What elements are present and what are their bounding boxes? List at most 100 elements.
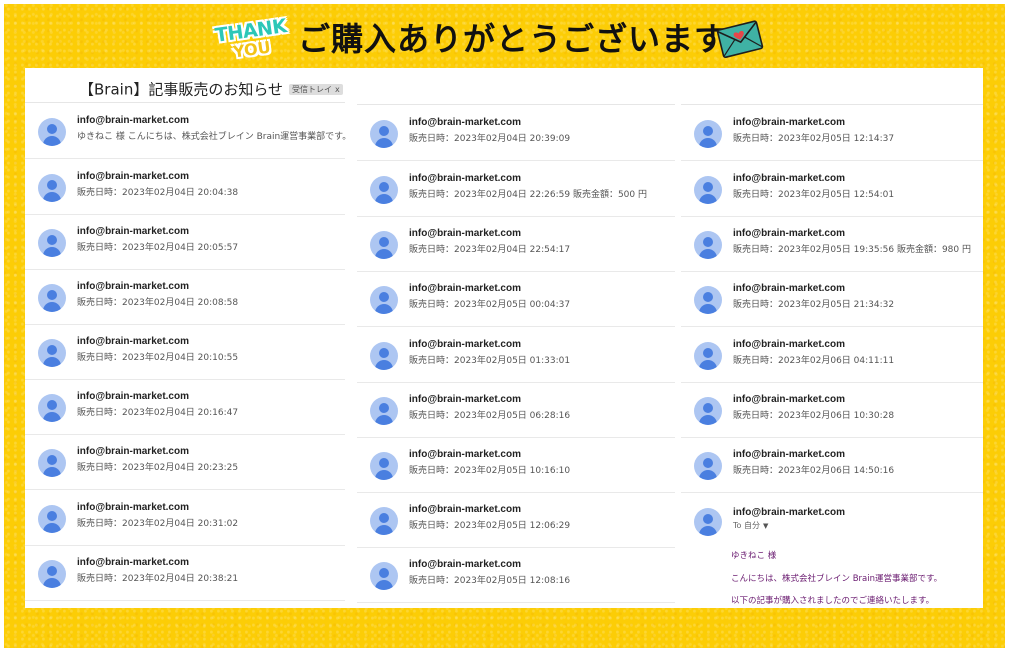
- sender-address: info@brain-market.com: [409, 228, 521, 239]
- thread-row[interactable]: info@brain-market.com 販売日時：2023年02月05日 0…: [357, 327, 675, 383]
- sender-address: info@brain-market.com: [733, 339, 845, 350]
- sender-address: info@brain-market.com: [733, 507, 845, 518]
- label-remove-icon[interactable]: x: [335, 85, 340, 94]
- page-title: ご購入ありがとうございます: [298, 20, 728, 58]
- user-avatar-icon: [38, 394, 66, 422]
- thread-row[interactable]: info@brain-market.com 販売日時：2023年02月05日 1…: [357, 547, 675, 603]
- thread-row[interactable]: info@brain-market.com 販売日時：2023年02月04日 2…: [25, 324, 345, 380]
- thread-row[interactable]: info@brain-market.com 販売日時：2023年02月05日 0…: [357, 271, 675, 327]
- thread-row[interactable]: info@brain-market.com 販売日時：2023年02月05日 0…: [357, 382, 675, 438]
- thread-row[interactable]: info@brain-market.com 販売日時：2023年02月04日 2…: [25, 159, 345, 215]
- thread-row[interactable]: info@brain-market.com 販売日時：2023年02月04日 2…: [25, 269, 345, 325]
- sender-address: info@brain-market.com: [77, 281, 189, 292]
- thread-row[interactable]: info@brain-market.com 販売日時：2023年02月04日 2…: [25, 434, 345, 490]
- user-avatar-icon: [694, 231, 722, 259]
- user-avatar-icon: [38, 339, 66, 367]
- subject-row: 【Brain】記事販売のお知らせ 受信トレイ x: [79, 78, 343, 100]
- user-avatar-icon: [370, 507, 398, 535]
- message-snippet: 販売日時：2023年02月06日 14:50:16: [733, 466, 895, 476]
- message-snippet: 販売日時：2023年02月04日 22:54:17: [409, 245, 571, 255]
- sender-address: info@brain-market.com: [733, 228, 845, 239]
- sender-address: info@brain-market.com: [77, 336, 189, 347]
- message-snippet: 販売日時：2023年02月06日 04:11:11: [733, 356, 895, 366]
- user-avatar-icon: [694, 452, 722, 480]
- sender-address: info@brain-market.com: [733, 449, 845, 460]
- open-message: info@brain-market.com To 自分 ▼ ゆきねこ 様 こんにち…: [681, 493, 983, 608]
- sender-address: info@brain-market.com: [409, 283, 521, 294]
- message-snippet: 販売日時：2023年02月05日 06:28:16: [409, 411, 571, 421]
- user-avatar-icon: [370, 120, 398, 148]
- thread-row[interactable]: info@brain-market.com 販売日時：2023年02月04日 2…: [25, 214, 345, 270]
- inbox-label-text: 受信トレイ: [292, 85, 333, 94]
- thread-row[interactable]: info@brain-market.com 販売日時：2023年02月05日 2…: [681, 271, 983, 327]
- user-avatar-icon: [694, 508, 722, 536]
- recipient-text: To 自分: [733, 521, 760, 530]
- user-avatar-icon: [370, 286, 398, 314]
- message-snippet: 販売日時：2023年02月05日 10:16:10: [409, 466, 571, 476]
- sender-address: info@brain-market.com: [77, 446, 189, 457]
- sender-address: info@brain-market.com: [409, 504, 521, 515]
- message-snippet: 販売日時：2023年02月06日 10:30:28: [733, 411, 895, 421]
- user-avatar-icon: [38, 284, 66, 312]
- message-snippet: 販売日時：2023年02月04日 20:38:21: [77, 574, 239, 584]
- thread-row[interactable]: info@brain-market.com 販売日時：2023年02月05日 1…: [681, 105, 983, 161]
- thread-row[interactable]: info@brain-market.com 販売日時：2023年02月05日 1…: [681, 216, 983, 272]
- message-snippet: 販売日時：2023年02月04日 22:26:59 販売金額：500 円: [409, 190, 647, 200]
- thread-row[interactable]: info@brain-market.com 販売日時：2023年02月05日 1…: [681, 161, 983, 217]
- message-body-line: 以下の記事が購入されましたのでご連絡いたします。: [731, 596, 935, 606]
- user-avatar-icon: [370, 342, 398, 370]
- sender-address: info@brain-market.com: [77, 557, 189, 568]
- thank-you-badge: THANK YOU: [213, 15, 288, 62]
- thread-row[interactable]: info@brain-market.com 販売日時：2023年02月04日 2…: [25, 379, 345, 435]
- message-snippet: 販売日時：2023年02月05日 01:33:01: [409, 356, 571, 366]
- thread-row[interactable]: info@brain-market.com 販売日時：2023年02月05日 1…: [357, 492, 675, 548]
- message-snippet: 販売日時：2023年02月04日 20:05:57: [77, 243, 239, 253]
- message-snippet: 販売日時：2023年02月04日 20:31:02: [77, 519, 239, 529]
- message-snippet: 販売日時：2023年02月05日 12:54:01: [733, 190, 895, 200]
- thread-row[interactable]: info@brain-market.com 販売日時：2023年02月04日 2…: [357, 161, 675, 217]
- message-snippet: 販売日時：2023年02月05日 00:04:37: [409, 300, 571, 310]
- user-avatar-icon: [370, 397, 398, 425]
- thread-row[interactable]: info@brain-market.com 販売日時：2023年02月06日 0…: [681, 327, 983, 383]
- message-snippet: 販売日時：2023年02月04日 20:08:58: [77, 298, 239, 308]
- thread-row[interactable]: info@brain-market.com ゆきねこ 様 こんにちは、株式会社ブ…: [25, 103, 351, 159]
- thread-row[interactable]: info@brain-market.com 販売日時：2023年02月04日 2…: [357, 105, 675, 161]
- sender-address: info@brain-market.com: [733, 173, 845, 184]
- sender-address: info@brain-market.com: [77, 171, 189, 182]
- email-subject: 【Brain】記事販売のお知らせ: [79, 80, 284, 99]
- user-avatar-icon: [38, 449, 66, 477]
- mail-panel: 【Brain】記事販売のお知らせ 受信トレイ x info@brain-market…: [25, 68, 983, 608]
- sender-address: info@brain-market.com: [409, 339, 521, 350]
- sender-address: info@brain-market.com: [733, 394, 845, 405]
- thread-row[interactable]: info@brain-market.com 販売日時：2023年02月04日 2…: [25, 545, 345, 601]
- sender-address: info@brain-market.com: [733, 283, 845, 294]
- thank-you-badge-line2: YOU: [231, 37, 272, 62]
- message-snippet: 販売日時：2023年02月04日 20:16:47: [77, 408, 239, 418]
- message-body-line: こんにちは、株式会社ブレイン Brain運営事業部です。: [731, 574, 943, 584]
- sender-address: info@brain-market.com: [409, 449, 521, 460]
- message-snippet: 販売日時：2023年02月05日 12:14:37: [733, 134, 895, 144]
- thread-row[interactable]: info@brain-market.com 販売日時：2023年02月06日 1…: [681, 437, 983, 493]
- thread-row[interactable]: info@brain-market.com 販売日時：2023年02月04日 2…: [357, 216, 675, 272]
- thread-row[interactable]: info@brain-market.com 販売日時：2023年02月04日 2…: [25, 490, 345, 546]
- user-avatar-icon: [370, 452, 398, 480]
- sender-address: info@brain-market.com: [77, 391, 189, 402]
- recipient-line[interactable]: To 自分 ▼: [733, 520, 768, 531]
- sender-address: info@brain-market.com: [409, 559, 521, 570]
- user-avatar-icon: [694, 286, 722, 314]
- user-avatar-icon: [38, 229, 66, 257]
- message-body-line: ゆきねこ 様: [731, 551, 777, 561]
- user-avatar-icon: [38, 505, 66, 533]
- chevron-down-icon[interactable]: ▼: [763, 522, 768, 530]
- user-avatar-icon: [38, 118, 66, 146]
- thread-row[interactable]: info@brain-market.com 販売日時：2023年02月05日 1…: [357, 437, 675, 493]
- user-avatar-icon: [370, 562, 398, 590]
- inbox-label-chip[interactable]: 受信トレイ x: [289, 84, 343, 95]
- sender-address: info@brain-market.com: [409, 117, 521, 128]
- message-snippet: 販売日時：2023年02月04日 20:10:55: [77, 353, 239, 363]
- user-avatar-icon: [694, 176, 722, 204]
- user-avatar-icon: [38, 174, 66, 202]
- message-snippet: ゆきねこ 様 こんにちは、株式会社ブレイン Brain運営事業部です。: [77, 132, 352, 142]
- sender-address: info@brain-market.com: [733, 117, 845, 128]
- thread-row[interactable]: info@brain-market.com 販売日時：2023年02月06日 1…: [681, 382, 983, 438]
